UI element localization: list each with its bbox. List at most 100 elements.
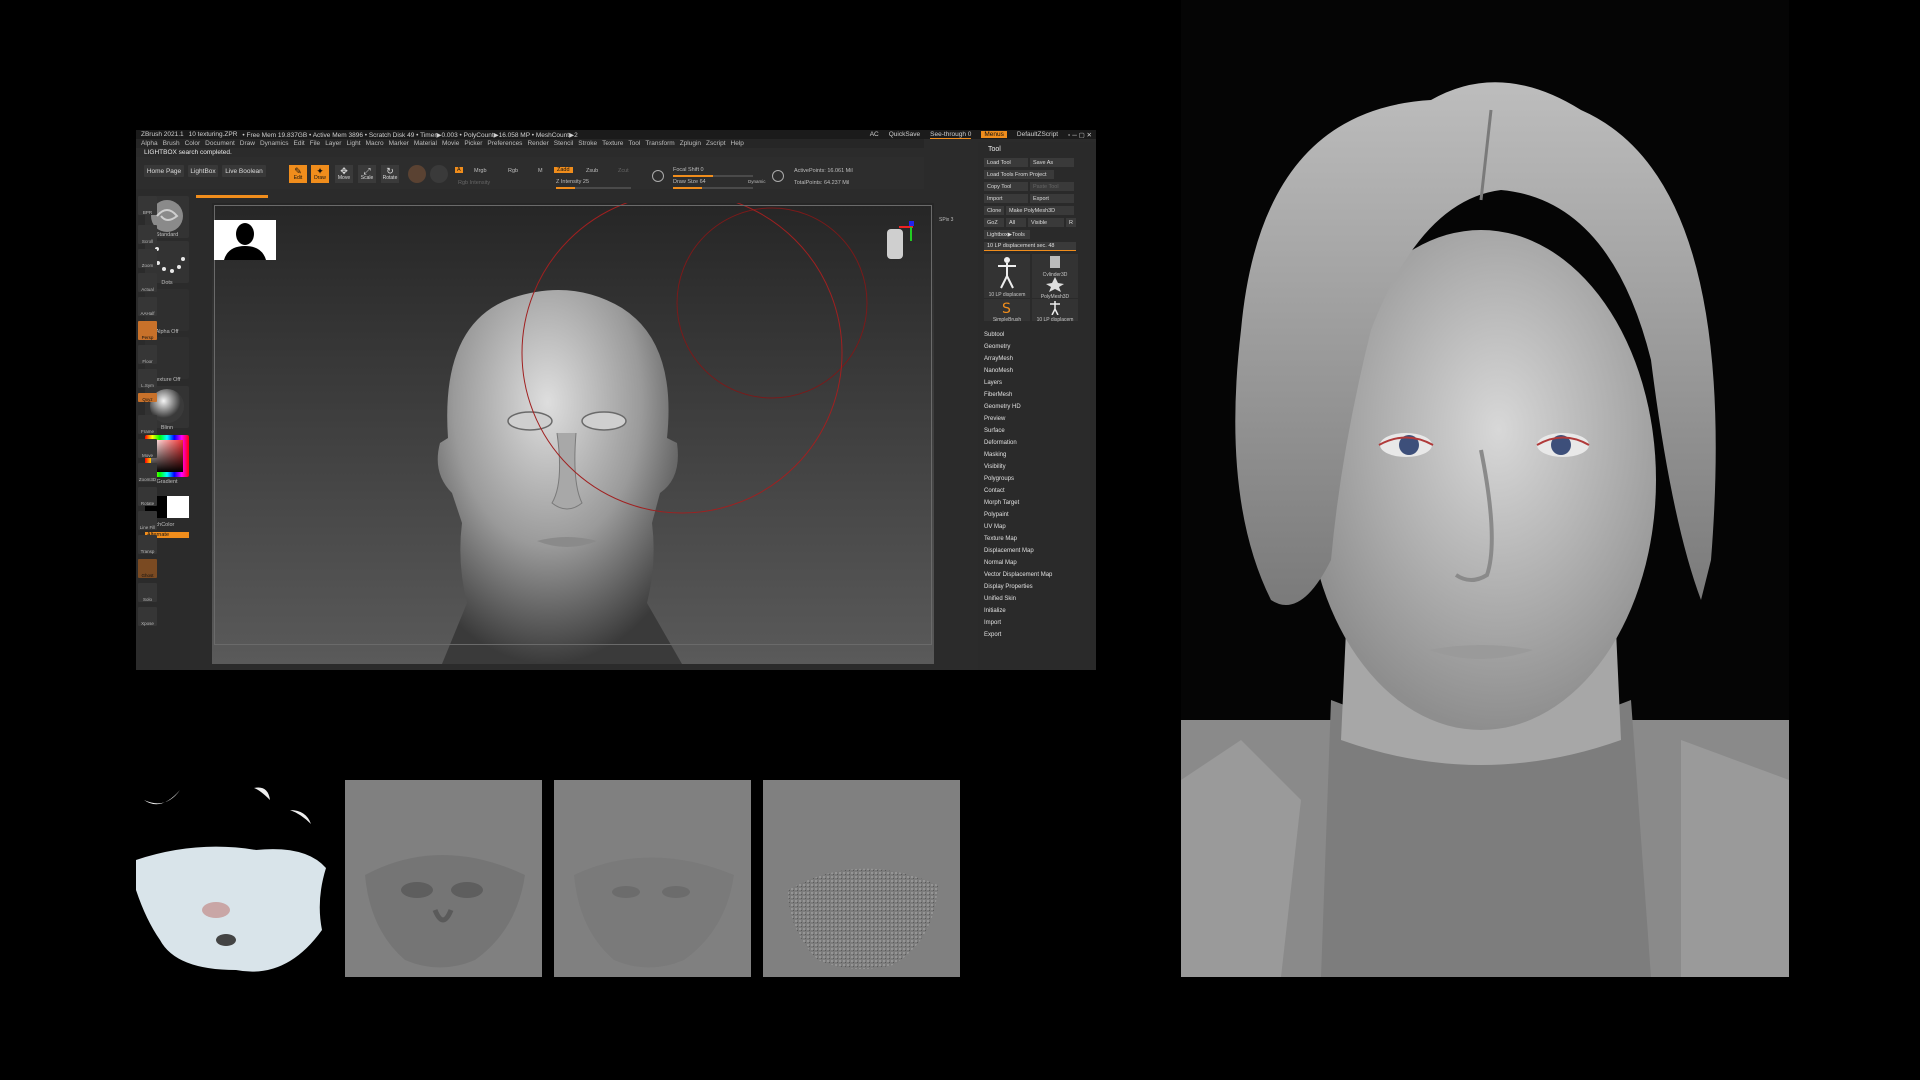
zcut-toggle[interactable]: Zcut [618,168,629,174]
m-toggle[interactable]: M [538,168,543,174]
zadd-toggle[interactable]: Zadd [554,167,573,173]
subpalette-visibility[interactable]: Visibility [984,464,1052,476]
draw-mode-button[interactable]: ✦ Draw [311,165,329,183]
persp-button[interactable]: Persp [138,321,157,340]
subpalette-polypaint[interactable]: Polypaint [984,512,1052,524]
export-button[interactable]: Export [1030,194,1074,203]
subpalette-nanomesh[interactable]: NanoMesh [984,368,1052,380]
rgb-toggle[interactable]: Rgb [508,168,518,174]
menus-button[interactable]: Menus [981,131,1007,138]
subpalette-deformation[interactable]: Deformation [984,440,1052,452]
current-tool-slider[interactable]: 10 LP displacement sec. 48 [984,242,1076,251]
subpalette-import[interactable]: Import [984,620,1052,632]
menu-dynamics[interactable]: Dynamics [260,140,289,147]
subpalette-morph-target[interactable]: Morph Target [984,500,1052,512]
spix-slider[interactable]: SPix 3 [939,217,953,223]
menu-file[interactable]: File [310,140,320,147]
menu-movie[interactable]: Movie [442,140,459,147]
scale-mode-button[interactable]: ⤢ Scale [358,165,376,183]
tool-thumb-1[interactable]: 10 LP displacem [984,254,1030,298]
subpalette-vector-displacement-map[interactable]: Vector Displacement Map [984,572,1052,584]
load-tool-button[interactable]: Load Tool [984,158,1028,167]
subpalette-uv-map[interactable]: UV Map [984,524,1052,536]
draw-size-track[interactable] [673,187,753,189]
tool-thumb-4[interactable]: S SimpleBrush [984,299,1030,323]
z-intensity-track[interactable] [556,187,631,189]
home-page-button[interactable]: Home Page [144,165,184,177]
z-intensity-slider[interactable]: Z Intensity 25 [556,179,589,185]
menu-draw[interactable]: Draw [240,140,255,147]
load-tools-from-project-button[interactable]: Load Tools From Project [984,170,1054,179]
rotate-button[interactable]: Rotate [138,487,157,506]
gyro-sphere-icon[interactable] [430,165,448,183]
dynamic-toggle[interactable]: Dynamic [748,179,766,184]
subpalette-displacement-map[interactable]: Displacement Map [984,548,1052,560]
menu-brush[interactable]: Brush [163,140,180,147]
import-button[interactable]: Import [984,194,1028,203]
qxyz-button[interactable]: Qxyz [138,393,157,402]
material-sphere-icon[interactable] [408,165,426,183]
see-through-slider[interactable]: See-through 0 [930,131,972,139]
visible-button[interactable]: Visible [1028,218,1064,227]
save-as-button[interactable]: Save As [1030,158,1074,167]
subpalette-unified-skin[interactable]: Unified Skin [984,596,1052,608]
window-controls-icon[interactable]: ▫ ─ ▢ ✕ [1068,131,1092,139]
subpalette-normal-map[interactable]: Normal Map [984,560,1052,572]
tool-thumb-3[interactable]: PolyMesh3D [1032,276,1078,300]
menu-edit[interactable]: Edit [294,140,305,147]
menu-texture[interactable]: Texture [602,140,623,147]
all-button[interactable]: All [1006,218,1026,227]
navigation-thumbnail[interactable] [214,220,276,260]
menu-material[interactable]: Material [414,140,437,147]
subpalette-masking[interactable]: Masking [984,452,1052,464]
menu-stroke[interactable]: Stroke [578,140,597,147]
subpalette-display-properties[interactable]: Display Properties [984,584,1052,596]
subpalette-surface[interactable]: Surface [984,428,1052,440]
subpalette-subtool[interactable]: Subtool [984,332,1052,344]
menu-tool[interactable]: Tool [628,140,640,147]
main-color-swatch[interactable] [167,496,189,518]
aahalf-button[interactable]: AAHalf [138,297,157,316]
menu-color[interactable]: Color [185,140,201,147]
actual-button[interactable]: Actual [138,273,157,292]
menu-preferences[interactable]: Preferences [487,140,522,147]
subpalette-export[interactable]: Export [984,632,1052,644]
lightbox-button[interactable]: LightBox [188,165,218,177]
subpalette-polygroups[interactable]: Polygroups [984,476,1052,488]
mrgb-toggle[interactable]: Mrgb [474,168,487,174]
a-toggle[interactable]: A [455,167,463,173]
bpr-button[interactable]: BPR [138,196,157,215]
ghost-button[interactable]: Ghost [138,559,157,578]
subpalette-initialize[interactable]: Initialize [984,608,1052,620]
zoom3d-button[interactable]: Zoom3D [138,463,157,482]
menu-transform[interactable]: Transform [645,140,674,147]
default-zscript-button[interactable]: DefaultZScript [1017,131,1058,138]
focal-shift-slider[interactable]: Focal Shift 0 [673,167,704,173]
move-mode-button[interactable]: ✥ Move [335,165,353,183]
subpalette-preview[interactable]: Preview [984,416,1052,428]
menu-macro[interactable]: Macro [366,140,384,147]
live-boolean-button[interactable]: Live Boolean [222,165,266,177]
subpalette-geometry-hd[interactable]: Geometry HD [984,404,1052,416]
zsub-toggle[interactable]: Zsub [586,168,598,174]
menu-render[interactable]: Render [527,140,548,147]
paste-tool-button[interactable]: Paste Tool [1030,182,1074,191]
frame-button[interactable]: Frame [138,415,157,434]
menu-marker[interactable]: Marker [389,140,409,147]
lsym-button[interactable]: L.Sym [138,369,157,388]
transp-button[interactable]: Transp [138,535,157,554]
menu-stencil[interactable]: Stencil [554,140,574,147]
subpalette-layers[interactable]: Layers [984,380,1052,392]
subpalette-arraymesh[interactable]: ArrayMesh [984,356,1052,368]
tool-thumb-5[interactable]: 10 LP displacem [1032,299,1078,323]
quicksave-button[interactable]: QuickSave [889,131,920,138]
menu-light[interactable]: Light [346,140,360,147]
menu-layer[interactable]: Layer [325,140,341,147]
scroll-button[interactable]: Scroll [138,225,157,244]
menu-zscript[interactable]: Zscript [706,140,726,147]
menu-help[interactable]: Help [731,140,744,147]
subpalette-geometry[interactable]: Geometry [984,344,1052,356]
floor-button[interactable]: Floor [138,345,157,364]
xpose-button[interactable]: Xpose [138,607,157,626]
ac-button[interactable]: AC [870,131,879,138]
